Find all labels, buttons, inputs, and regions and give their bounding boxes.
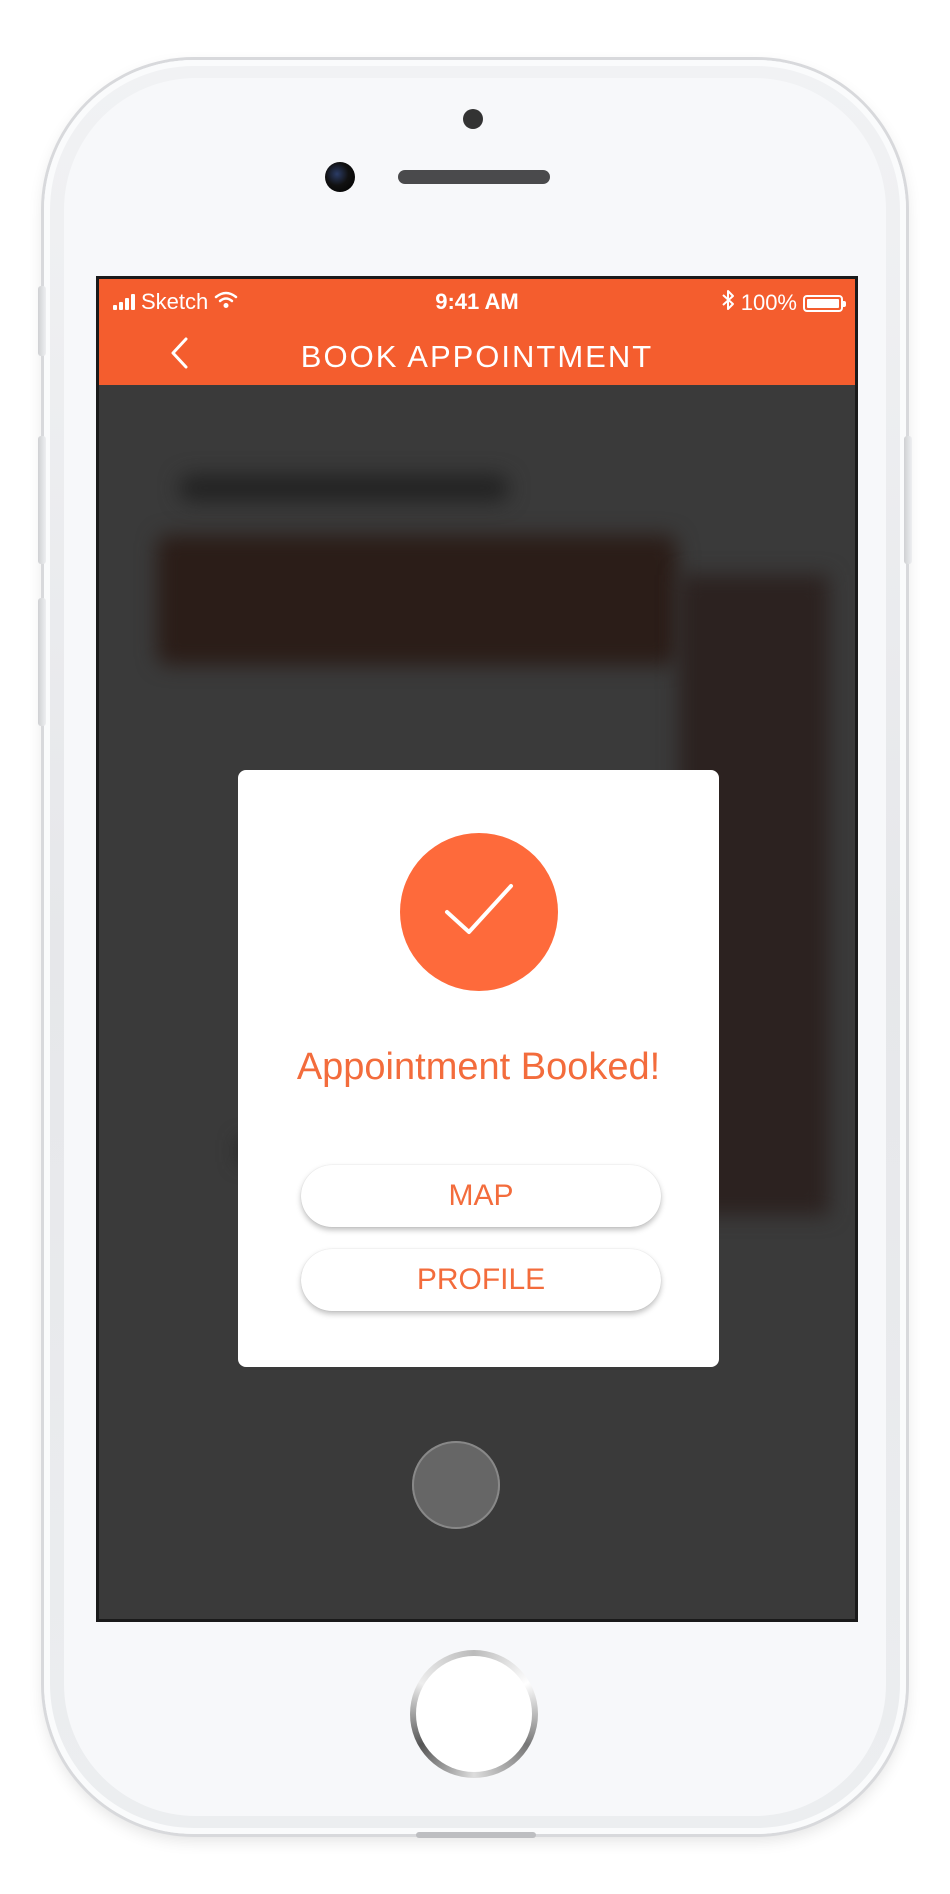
proximity-sensor bbox=[463, 109, 483, 129]
map-button-label: MAP bbox=[448, 1179, 514, 1212]
blurred-heading bbox=[179, 475, 509, 501]
blurred-card bbox=[157, 535, 677, 665]
volume-down-button bbox=[38, 598, 46, 726]
status-bar: Sketch 9:41 AM 100% bbox=[99, 279, 855, 325]
bluetooth-icon bbox=[721, 289, 735, 317]
nav-bar: BOOK APPOINTMENT bbox=[99, 325, 855, 385]
bottom-edge bbox=[416, 1832, 536, 1838]
screen: Sketch 9:41 AM 100% BOOK APPOINTMENT App… bbox=[96, 276, 858, 1622]
assistive-touch-button[interactable] bbox=[412, 1441, 500, 1529]
success-badge bbox=[400, 833, 558, 991]
dimmed-background: Appointment Booked! MAP PROFILE bbox=[99, 385, 855, 1619]
page-title: BOOK APPOINTMENT bbox=[300, 339, 654, 374]
earpiece-speaker bbox=[398, 170, 550, 184]
booking-confirmation-dialog: Appointment Booked! MAP PROFILE bbox=[238, 770, 719, 1367]
profile-button[interactable]: PROFILE bbox=[301, 1249, 661, 1311]
status-right: 100% bbox=[721, 289, 846, 317]
volume-up-button bbox=[38, 436, 46, 564]
map-button[interactable]: MAP bbox=[301, 1165, 661, 1227]
dialog-title: Appointment Booked! bbox=[296, 1046, 661, 1088]
silent-switch bbox=[38, 286, 46, 356]
home-button[interactable] bbox=[410, 1650, 538, 1778]
checkmark-icon bbox=[443, 882, 515, 943]
battery-icon bbox=[803, 294, 846, 312]
front-camera bbox=[325, 162, 355, 192]
battery-percent: 100% bbox=[740, 290, 797, 315]
profile-button-label: PROFILE bbox=[416, 1263, 546, 1296]
power-button bbox=[904, 436, 912, 564]
